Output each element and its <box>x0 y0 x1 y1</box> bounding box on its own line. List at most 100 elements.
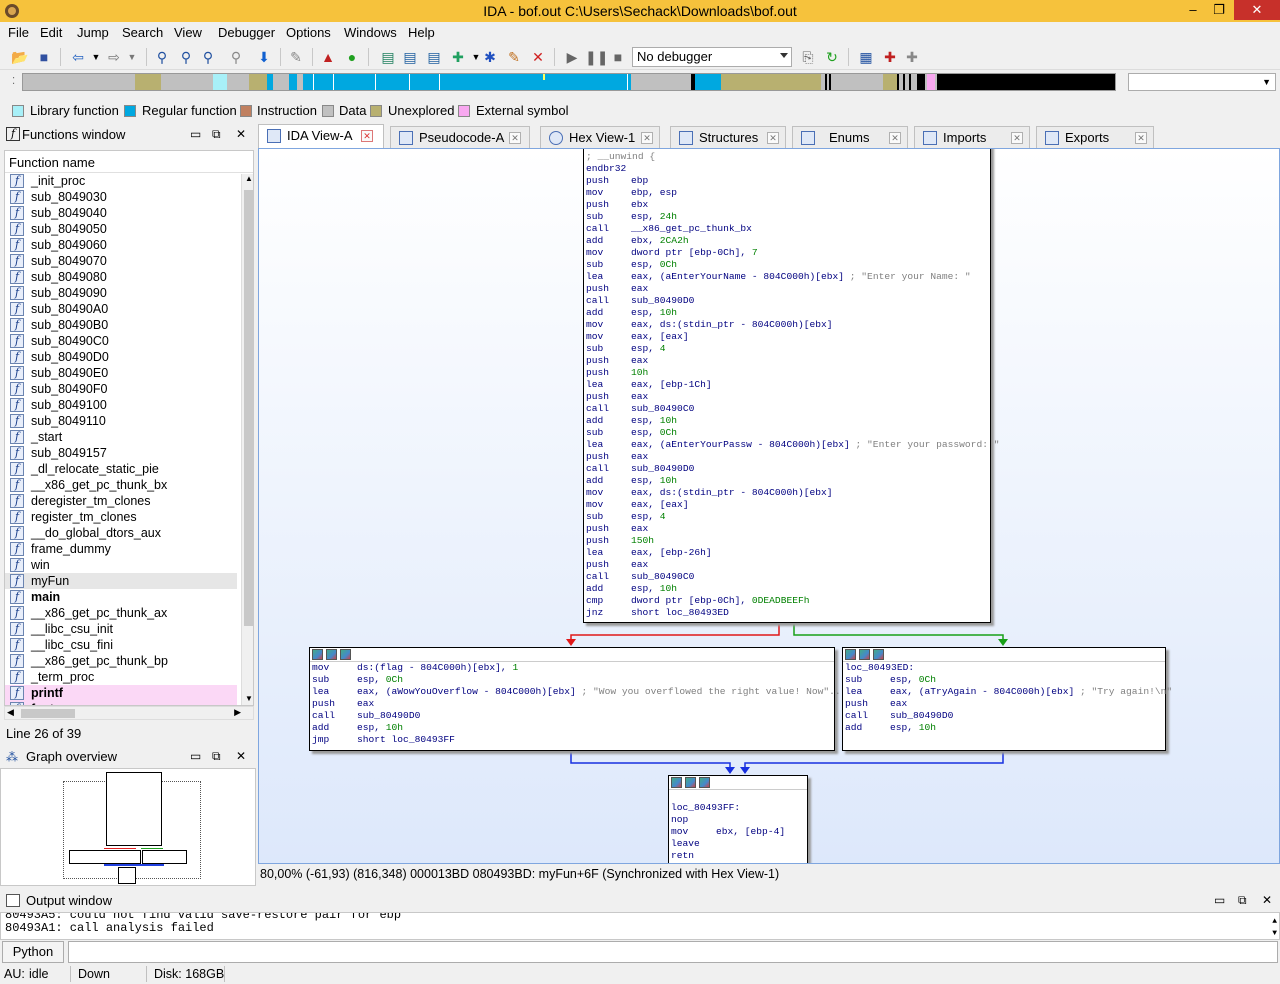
code-line[interactable]: lea eax, [ebp-1Ch] <box>584 379 990 391</box>
code-line[interactable]: mov eax, ds:(stdin_ptr - 804C000h)[ebx] <box>584 319 990 331</box>
code-line[interactable]: call sub_80490D0 <box>584 463 990 475</box>
panel-close-icon[interactable]: ✕ <box>236 749 246 763</box>
code-line[interactable]: ; __unwind { <box>584 151 990 163</box>
plugin-icon[interactable]: ✚ <box>880 47 900 67</box>
add-segment-icon[interactable]: ✚ <box>448 47 468 67</box>
code-block-fail[interactable]: loc_80493ED: sub esp, 0Ch lea eax, (aTryAgai… <box>842 647 1172 751</box>
code-line[interactable]: add esp, 10h <box>584 583 990 595</box>
code-line[interactable]: leave <box>669 838 807 850</box>
tab-pseudocode-a[interactable]: Pseudocode-A ✕ <box>390 126 530 148</box>
scroll-up-icon[interactable]: ▲ <box>243 174 253 186</box>
code-line[interactable]: lea eax, (aWowYouOverflow - 804C000h)[ebx… <box>310 686 846 698</box>
breakpoint-icon[interactable]: ✱ <box>480 47 500 67</box>
tab-structures[interactable]: Structures ✕ <box>670 126 786 148</box>
code-line[interactable]: sub esp, 0Ch <box>843 674 1165 686</box>
text-search-icon[interactable]: ⚲ <box>176 47 196 67</box>
code-line[interactable] <box>669 790 807 802</box>
edit-function-icon[interactable]: ✎ <box>504 47 524 67</box>
code-line[interactable]: push ebp <box>584 175 990 187</box>
code-line[interactable]: sub esp, 4 <box>584 343 990 355</box>
code-line[interactable]: retn <box>669 850 807 862</box>
block-group-icon[interactable] <box>326 649 337 660</box>
function-list-item[interactable]: f sub_8049100 <box>5 397 237 413</box>
function-list-hscrollbar[interactable]: ◀ ▶ <box>4 706 254 720</box>
function-list-item[interactable]: f __do_global_dtors_aux <box>5 525 237 541</box>
function-list-item[interactable]: f sub_80490D0 <box>5 349 237 365</box>
debugger-select[interactable]: No debugger <box>632 47 792 67</box>
code-line[interactable]: push eax <box>843 698 1165 710</box>
function-list-item[interactable]: f _dl_relocate_static_pie <box>5 461 237 477</box>
code-line[interactable]: call sub_80490D0 <box>310 710 834 722</box>
code-line[interactable]: cmp dword ptr [ebp-0Ch], 0DEADBEEFh <box>584 595 990 607</box>
scroll-down-icon[interactable]: ▼ <box>243 694 253 705</box>
function-list-item[interactable]: f sub_8049110 <box>5 413 237 429</box>
code-line[interactable]: push eax <box>584 355 990 367</box>
block-color-icon[interactable] <box>312 649 323 660</box>
warning-icon[interactable]: ▲ <box>318 47 338 67</box>
block-group-icon[interactable] <box>859 649 870 660</box>
function-list-item[interactable]: f _term_proc <box>5 669 237 685</box>
code-line[interactable]: sub esp, 0Ch <box>584 427 990 439</box>
code-line[interactable]: loc_80493FF: <box>669 802 807 814</box>
output-log[interactable]: 80493A5: could not find valid save-resto… <box>0 912 1280 940</box>
menu-view[interactable]: View <box>174 25 202 40</box>
create-code-icon[interactable]: ▤ <box>378 47 398 67</box>
tab-close-icon[interactable]: ✕ <box>1135 132 1147 144</box>
block-text-icon[interactable] <box>340 649 351 660</box>
strings-window-icon[interactable]: ▦ <box>856 47 876 67</box>
scroll-thumb[interactable] <box>244 190 253 626</box>
panel-minimize-icon[interactable]: ▭ <box>190 127 201 141</box>
binary-search-icon[interactable]: ⚲ <box>152 47 172 67</box>
function-list-item[interactable]: f sub_8049040 <box>5 205 237 221</box>
function-list-item[interactable]: f main <box>5 589 237 605</box>
code-line[interactable]: add esp, 10h <box>584 307 990 319</box>
menu-windows[interactable]: Windows <box>344 25 397 40</box>
code-line[interactable]: sub esp, 4 <box>584 511 990 523</box>
code-block-exit[interactable]: loc_80493FF: nop mov ebx, [ebp-4] leave retn <box>668 775 808 863</box>
jump-down-icon[interactable]: ⬇ <box>254 47 274 67</box>
code-line[interactable]: add esp, 10h <box>584 475 990 487</box>
hscroll-thumb[interactable] <box>21 709 75 718</box>
code-block-success[interactable]: mov ds:(flag - 804C000h)[ebx], 1 sub esp, 0… <box>309 647 846 751</box>
tab-enums[interactable]: Enums ✕ <box>792 126 908 148</box>
function-list-item[interactable]: f myFun <box>5 573 237 589</box>
menu-debugger[interactable]: Debugger <box>218 25 275 40</box>
scroll-down-icon[interactable]: ▼ <box>1272 927 1277 939</box>
code-line[interactable]: sub esp, 0Ch <box>584 259 990 271</box>
function-list-item[interactable]: f sub_80490B0 <box>5 317 237 333</box>
code-line[interactable]: add esp, 10h <box>310 722 834 734</box>
block-text-icon[interactable] <box>873 649 884 660</box>
nav-left-arrow-icon[interactable]: ⁚ <box>12 76 15 87</box>
function-list-item[interactable]: f __x86_get_pc_thunk_ax <box>5 605 237 621</box>
disabled-tool-icon[interactable]: ✚ <box>902 47 922 67</box>
function-list-item[interactable]: f printf <box>5 685 237 701</box>
search-next-icon[interactable]: ⚲ <box>226 47 246 67</box>
function-list-item[interactable]: f sub_80490C0 <box>5 333 237 349</box>
function-list-item[interactable]: f sub_8049070 <box>5 253 237 269</box>
function-list-item[interactable]: f __libc_csu_init <box>5 621 237 637</box>
tab-close-icon[interactable]: ✕ <box>509 132 521 144</box>
code-block-main[interactable]: ; Attributes: bp-based frame; __unwind {… <box>583 149 999 623</box>
open-icon[interactable]: 📂 <box>10 47 30 67</box>
tab-ida-view-a[interactable]: IDA View-A ✕ <box>258 124 384 148</box>
menu-search[interactable]: Search <box>122 25 163 40</box>
code-line[interactable]: endbr32 <box>584 163 990 175</box>
block-color-icon[interactable] <box>671 777 682 788</box>
function-list-item[interactable]: f sub_8049050 <box>5 221 237 237</box>
attach-process-icon[interactable]: ⎘ <box>798 47 818 67</box>
run-icon[interactable]: ▶ <box>562 47 582 67</box>
panel-float-icon[interactable]: ⧉ <box>1238 893 1247 908</box>
code-line[interactable]: call sub_80490C0 <box>584 571 990 583</box>
code-line[interactable]: push 10h <box>584 367 990 379</box>
block-color-icon[interactable] <box>845 649 856 660</box>
create-data-icon[interactable]: ▤ <box>400 47 420 67</box>
code-line[interactable]: push eax <box>584 391 990 403</box>
menu-help[interactable]: Help <box>408 25 435 40</box>
delete-icon[interactable]: ✕ <box>528 47 548 67</box>
code-line[interactable]: add esp, 10h <box>843 722 1165 734</box>
function-list-scrollbar[interactable]: ▲ ▼ <box>241 174 253 705</box>
code-line[interactable]: call __x86_get_pc_thunk_bx <box>584 223 990 235</box>
block-group-icon[interactable] <box>685 777 696 788</box>
function-list-item[interactable]: f __x86_get_pc_thunk_bp <box>5 653 237 669</box>
code-line[interactable]: mov eax, [eax] <box>584 499 990 511</box>
